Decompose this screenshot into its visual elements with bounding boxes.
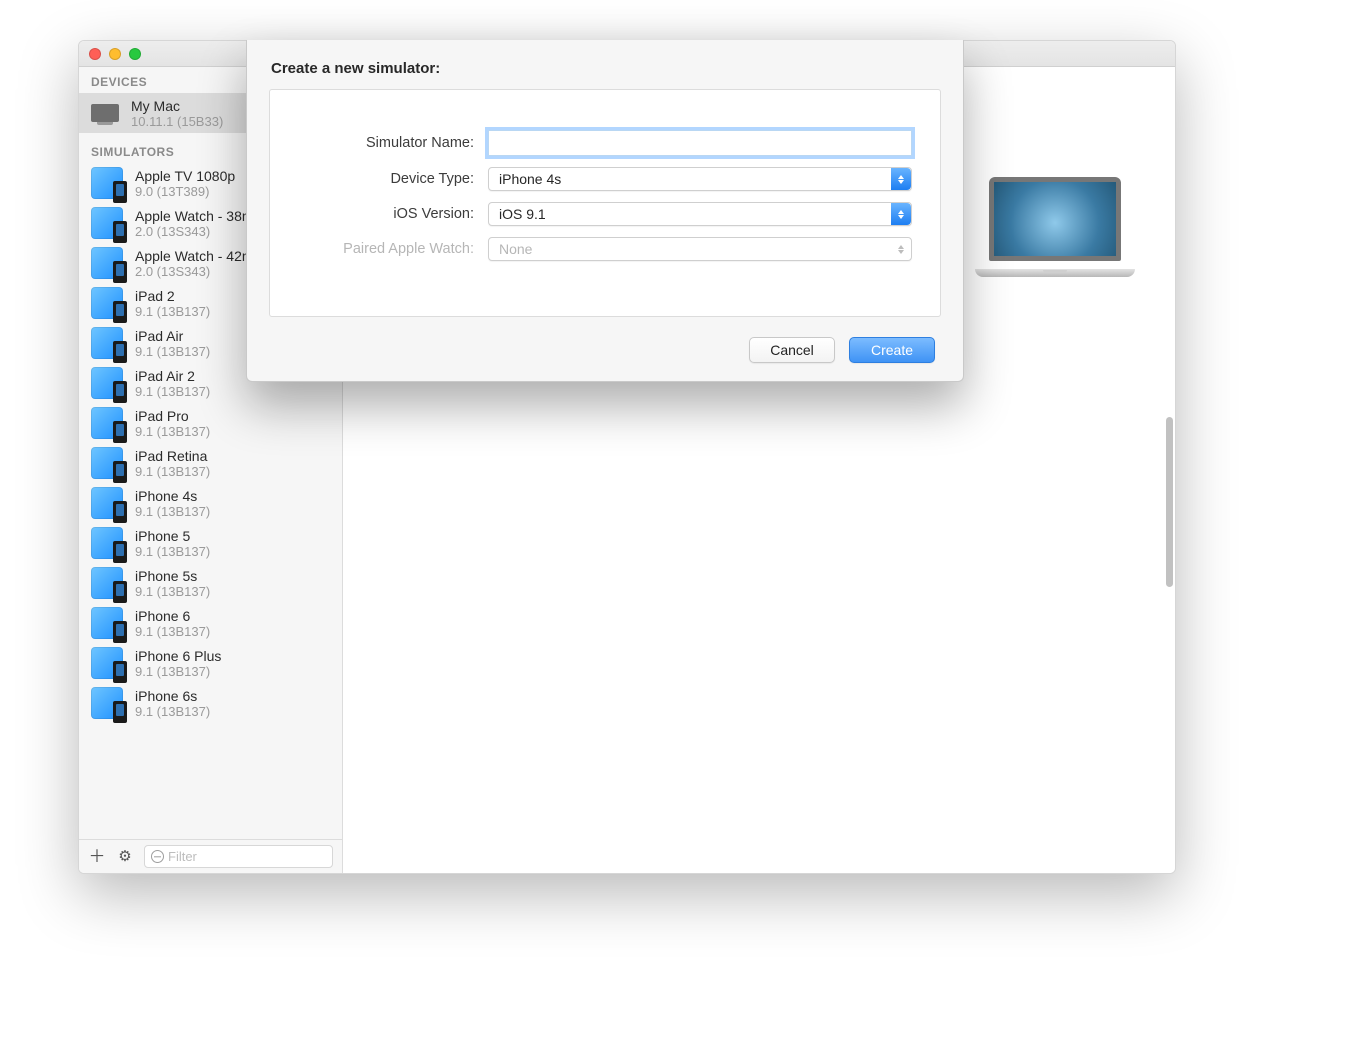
sidebar-item-subtitle: 9.0 (13T389) xyxy=(135,184,235,199)
simulator-icon xyxy=(91,527,123,559)
sidebar-item-subtitle: 9.1 (13B137) xyxy=(135,384,210,399)
create-simulator-sheet: Create a new simulator: Simulator Name: … xyxy=(246,40,964,382)
label-paired-watch: Paired Apple Watch: xyxy=(298,241,488,257)
sidebar-item-label: iPad Retina xyxy=(135,448,210,464)
sidebar-item-subtitle: 9.1 (13B137) xyxy=(135,664,221,679)
sidebar-item-label: iPad Air xyxy=(135,328,210,344)
sidebar-item-subtitle: 9.1 (13B137) xyxy=(135,464,210,479)
sidebar-item-subtitle: 9.1 (13B137) xyxy=(135,584,210,599)
sidebar-item-label: iPhone 6s xyxy=(135,688,210,704)
sidebar-item-simulator[interactable]: iPhone 6s 9.1 (13B137) xyxy=(79,683,342,723)
sidebar-item-label: iPad 2 xyxy=(135,288,210,304)
label-simulator-name: Simulator Name: xyxy=(298,135,488,151)
sidebar-item-simulator[interactable]: iPhone 4s 9.1 (13B137) xyxy=(79,483,342,523)
sidebar-item-simulator[interactable]: iPad Pro 9.1 (13B137) xyxy=(79,403,342,443)
sidebar-item-simulator[interactable]: iPhone 5s 9.1 (13B137) xyxy=(79,563,342,603)
simulator-icon xyxy=(91,607,123,639)
sidebar-item-simulator[interactable]: iPhone 6 Plus 9.1 (13B137) xyxy=(79,643,342,683)
sidebar-item-label: iPad Pro xyxy=(135,408,210,424)
paired-watch-value: None xyxy=(499,241,891,257)
sidebar-item-simulator[interactable]: iPad Retina 9.1 (13B137) xyxy=(79,443,342,483)
scrollbar-thumb[interactable] xyxy=(1166,417,1173,587)
minimize-window-button[interactable] xyxy=(109,48,121,60)
sidebar-item-simulator[interactable]: iPhone 5 9.1 (13B137) xyxy=(79,523,342,563)
simulator-icon xyxy=(91,487,123,519)
sidebar-item-label: Apple TV 1080p xyxy=(135,168,235,184)
sheet-form-panel: Simulator Name: Device Type: iPhone 4s i… xyxy=(269,89,941,317)
simulator-icon xyxy=(91,207,123,239)
simulator-icon xyxy=(91,407,123,439)
sidebar-footer: ＋ ⚙ xyxy=(79,839,342,873)
sidebar-item-subtitle: 9.1 (13B137) xyxy=(135,304,210,319)
simulator-icon xyxy=(91,287,123,319)
sidebar-item-simulator[interactable]: iPhone 6 9.1 (13B137) xyxy=(79,603,342,643)
sidebar-item-label: iPhone 6 xyxy=(135,608,210,624)
sidebar-item-label: iPhone 6 Plus xyxy=(135,648,221,664)
simulator-icon xyxy=(91,687,123,719)
sidebar-item-subtitle: 9.1 (13B137) xyxy=(135,344,210,359)
simulator-icon xyxy=(91,167,123,199)
filter-input[interactable] xyxy=(168,849,326,864)
sidebar-item-subtitle: 9.1 (13B137) xyxy=(135,704,210,719)
label-device-type: Device Type: xyxy=(298,171,488,187)
filter-icon xyxy=(151,850,164,863)
sidebar-item-label: iPhone 4s xyxy=(135,488,210,504)
sidebar-item-subtitle: 9.1 (13B137) xyxy=(135,424,210,439)
simulator-icon xyxy=(91,327,123,359)
device-image-macbook xyxy=(975,177,1135,281)
simulator-icon xyxy=(91,367,123,399)
close-window-button[interactable] xyxy=(89,48,101,60)
mac-icon xyxy=(91,104,119,122)
simulator-icon xyxy=(91,247,123,279)
popup-arrows-icon xyxy=(891,168,911,190)
simulator-name-input[interactable] xyxy=(488,130,912,156)
sidebar-item-label: My Mac xyxy=(131,98,223,114)
sidebar-item-subtitle: 10.11.1 (15B33) xyxy=(131,114,223,129)
add-button[interactable]: ＋ xyxy=(88,848,106,865)
paired-watch-popup: None xyxy=(488,237,912,261)
sheet-title: Create a new simulator: xyxy=(247,40,963,89)
ios-version-popup[interactable]: iOS 9.1 xyxy=(488,202,912,226)
sidebar-item-subtitle: 9.1 (13B137) xyxy=(135,544,210,559)
popup-arrows-icon xyxy=(891,203,911,225)
cancel-button[interactable]: Cancel xyxy=(749,337,835,363)
ios-version-value: iOS 9.1 xyxy=(499,206,891,222)
sidebar-item-subtitle: 9.1 (13B137) xyxy=(135,504,210,519)
sidebar-item-label: iPhone 5 xyxy=(135,528,210,544)
simulator-icon xyxy=(91,567,123,599)
simulator-icon xyxy=(91,447,123,479)
create-button[interactable]: Create xyxy=(849,337,935,363)
popup-arrows-icon xyxy=(891,238,911,260)
device-type-value: iPhone 4s xyxy=(499,171,891,187)
sidebar-item-label: iPhone 5s xyxy=(135,568,210,584)
device-type-popup[interactable]: iPhone 4s xyxy=(488,167,912,191)
sidebar-item-label: iPad Air 2 xyxy=(135,368,210,384)
simulator-icon xyxy=(91,647,123,679)
zoom-window-button[interactable] xyxy=(129,48,141,60)
gear-icon[interactable]: ⚙ xyxy=(116,849,134,864)
filter-field[interactable] xyxy=(144,845,333,868)
label-ios-version: iOS Version: xyxy=(298,206,488,222)
sidebar-item-subtitle: 9.1 (13B137) xyxy=(135,624,210,639)
